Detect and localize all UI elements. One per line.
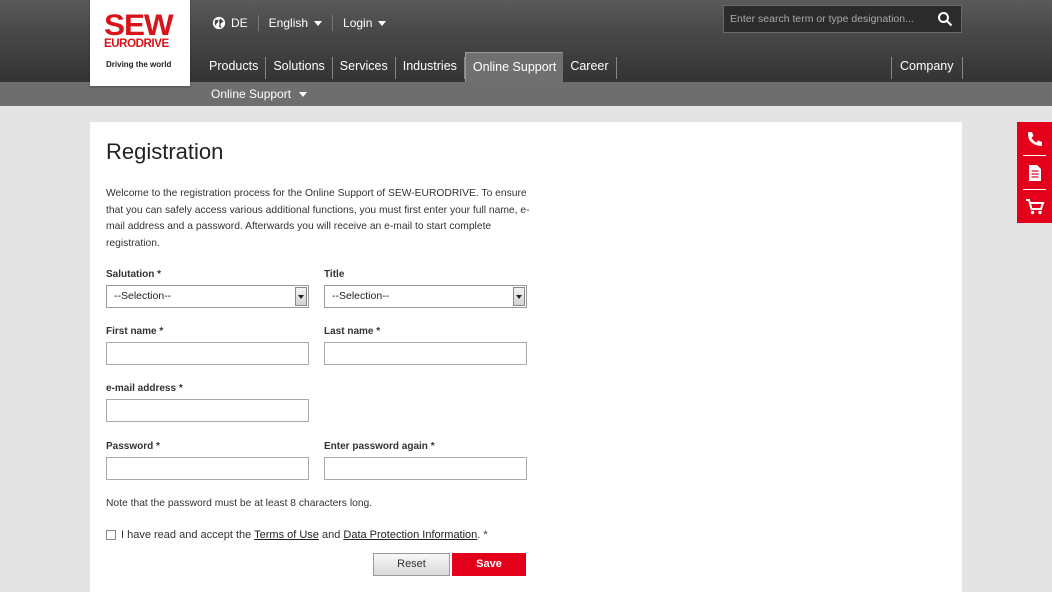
terms-pre: I have read and accept the — [121, 529, 255, 541]
side-document[interactable] — [1017, 156, 1052, 189]
login-label: Login — [343, 16, 373, 30]
language-label: English — [268, 16, 309, 30]
last-name-label: Last name * — [324, 326, 381, 337]
chevron-down-icon — [378, 20, 387, 26]
logo-tagline: Driving the world — [106, 60, 172, 69]
search-placeholder: Enter search term or type designation... — [730, 13, 914, 25]
nav-company[interactable]: Company — [891, 57, 963, 79]
country-code: DE — [231, 16, 248, 30]
password-label: Password * — [106, 441, 160, 452]
chevron-down-icon — [295, 287, 307, 306]
main-nav: Products Solutions Services Industries O… — [202, 52, 617, 82]
logo-main: SEW — [104, 9, 174, 42]
side-widget — [1017, 122, 1052, 223]
phone-icon — [1027, 131, 1042, 146]
chevron-down-icon — [314, 20, 323, 26]
terms-of-use-link[interactable]: Terms of Use — [254, 529, 319, 541]
reset-button[interactable]: Reset — [373, 553, 450, 576]
registration-panel: Registration Welcome to the registration… — [90, 122, 962, 592]
nav-industries[interactable]: Industries — [396, 57, 465, 79]
search-input[interactable]: Enter search term or type designation... — [723, 5, 962, 33]
last-name-field[interactable] — [324, 342, 527, 365]
divider — [257, 15, 259, 31]
subnav-label: Online Support — [211, 87, 292, 101]
terms-post: . * — [477, 529, 488, 541]
cart-icon — [1025, 198, 1044, 214]
title-label: Title — [324, 269, 345, 280]
nav-solutions[interactable]: Solutions — [266, 57, 333, 79]
salutation-select[interactable]: --Selection-- — [106, 285, 309, 308]
title-select[interactable]: --Selection-- — [324, 285, 527, 308]
page-title: Registration — [106, 139, 224, 164]
first-name-label: First name * — [106, 326, 164, 337]
data-protection-link[interactable]: Data Protection Information — [343, 529, 477, 541]
search-icon[interactable] — [937, 11, 953, 27]
top-bar: DE English Login — [212, 12, 396, 34]
country-selector[interactable]: DE — [212, 16, 258, 30]
password-field[interactable] — [106, 457, 309, 480]
salutation-value: --Selection-- — [114, 290, 172, 302]
terms-text: I have read and accept the Terms of Use … — [121, 529, 488, 541]
divider — [332, 15, 334, 31]
password-again-label: Enter password again * — [324, 441, 435, 452]
intro-text: Welcome to the registration process for … — [106, 188, 530, 249]
password-note: Note that the password must be at least … — [106, 498, 373, 509]
document-icon — [1028, 164, 1041, 181]
terms-checkbox[interactable] — [106, 530, 116, 540]
save-button[interactable]: Save — [452, 553, 526, 576]
login-menu[interactable]: Login — [343, 16, 396, 30]
chevron-down-icon — [299, 91, 308, 97]
email-field[interactable] — [106, 399, 309, 422]
nav-products[interactable]: Products — [202, 57, 267, 79]
nav-online-support[interactable]: Online Support — [464, 52, 564, 82]
subnav-online-support[interactable]: Online Support — [211, 87, 308, 101]
title-value: --Selection-- — [332, 290, 390, 302]
email-label: e-mail address * — [106, 383, 183, 394]
logo-sub: EURODRIVE — [104, 38, 169, 50]
logo[interactable]: SEW EURODRIVE Driving the world — [90, 0, 190, 86]
side-cart[interactable] — [1017, 190, 1052, 223]
side-phone[interactable] — [1017, 122, 1052, 155]
globe-icon — [212, 16, 226, 30]
password-again-field[interactable] — [324, 457, 527, 480]
chevron-down-icon — [513, 287, 525, 306]
language-selector[interactable]: English — [269, 16, 332, 30]
nav-services[interactable]: Services — [333, 57, 396, 79]
salutation-label: Salutation * — [106, 269, 162, 280]
nav-career[interactable]: Career — [563, 57, 617, 79]
terms-mid: and — [318, 529, 344, 541]
first-name-field[interactable] — [106, 342, 309, 365]
